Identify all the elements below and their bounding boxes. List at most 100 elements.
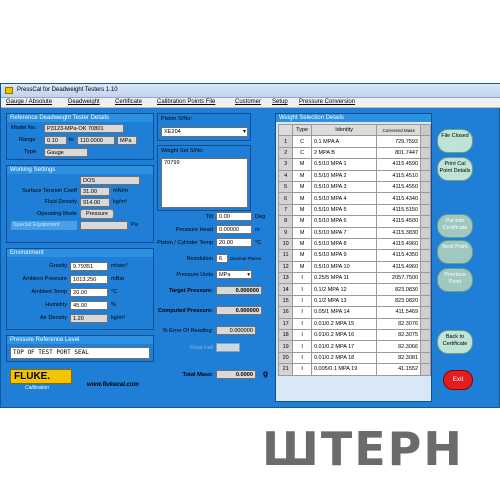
row-corrected-mass[interactable]: 4115.4960 [376,260,422,274]
row-number[interactable]: 4 [277,169,294,182]
row-corrected-mass[interactable]: 82.3076 [376,317,422,331]
menu-setup[interactable]: Setup [272,99,288,105]
row-type[interactable]: I [292,306,312,319]
chevron-down-icon[interactable]: ▾ [247,271,250,278]
table-row[interactable]: 19 I 0.01/0.2 MPA 17 82.3066 [277,340,431,353]
table-row[interactable]: 7 M 0.5/10 MPA 5 4115.5150 [277,203,431,217]
row-type[interactable]: I [292,317,312,331]
row-type[interactable]: I [292,340,312,353]
row-identity[interactable]: 0.5/10 MPA 8 [310,237,378,251]
row-number[interactable]: 16 [277,306,294,319]
table-row[interactable]: 8 M 0.5/10 MPA 6 4115.4500 [277,215,431,228]
table-row[interactable]: 20 I 0.01/0.2 MPA 18 82.3081 [277,351,431,365]
row-identity[interactable]: 0.05/1 MPA 14 [310,306,378,319]
row-number[interactable]: 6 [277,192,294,205]
piston-sn-select[interactable]: XE204 ▾ [161,127,248,137]
row-corrected-mass[interactable]: 4115.4340 [376,192,422,205]
pressure-head-field[interactable]: 0.00000 [216,225,252,234]
row-number[interactable]: 19 [277,340,294,353]
row-corrected-mass[interactable]: 4115.4590 [376,158,422,171]
row-number[interactable]: 5 [277,180,294,194]
row-corrected-mass[interactable]: 411.5469 [376,306,422,319]
row-corrected-mass[interactable]: 823.0820 [376,294,422,308]
row-corrected-mass[interactable]: 4115.3830 [376,226,422,239]
table-row[interactable]: 5 M 0.5/10 MPA 3 4115.4550 [277,180,431,194]
row-corrected-mass[interactable]: 82.3066 [376,340,422,353]
row-type[interactable]: M [292,180,312,194]
operating-mode-button[interactable]: Pressure [80,209,114,219]
row-number[interactable]: 9 [277,226,294,239]
table-row[interactable]: 4 M 0.5/10 MPA 2 4115.4510 [277,169,431,182]
ambient-temp-field[interactable]: 20.00 [70,288,108,297]
row-identity[interactable]: 0.5/10 MPA 10 [310,260,378,274]
menu-certificate[interactable]: Certificate [115,99,142,105]
file-closed-button[interactable]: File Closed [437,129,473,153]
row-type[interactable]: C [292,146,312,160]
row-identity[interactable]: 0.5/10 MPA 6 [310,215,378,228]
row-type[interactable]: M [292,226,312,239]
menu-customer[interactable]: Customer [235,99,261,105]
next-point-button[interactable]: Next Point [437,240,473,264]
row-number[interactable]: 20 [277,351,294,365]
row-identity[interactable]: 0.5/10 MPA 9 [310,249,378,262]
row-type[interactable]: I [292,329,312,342]
table-row[interactable]: 15 I 0.1/2 MPA 13 823.0820 [277,294,431,308]
weight-set-value[interactable]: 70799 [164,160,180,166]
ambient-pressure-field[interactable]: 1013.250 [70,275,108,284]
row-type[interactable]: I [292,363,312,376]
table-row[interactable]: 1 C 0.1 MPA A 729.7592 [277,135,431,148]
table-row[interactable]: 6 M 0.5/10 MPA 4 4115.4340 [277,192,431,205]
table-row[interactable]: 14 I 0.1/2 MPA 12 823.0830 [277,283,431,296]
row-identity[interactable]: 0.01/0.2 MPA 15 [310,317,378,331]
row-number[interactable]: 14 [277,283,294,296]
table-row[interactable]: 12 M 0.5/10 MPA 10 4115.4960 [277,260,431,274]
table-row[interactable]: 2C2 MPA B 801.7447 [277,146,431,160]
row-identity[interactable]: 0.5/10 MPA 3 [310,180,378,194]
row-identity[interactable]: 0.1 MPA A [310,135,378,148]
row-type[interactable]: I [292,272,312,285]
row-number[interactable]: 2 [277,146,294,160]
table-row[interactable]: 9 M 0.5/10 MPA 7 4115.3830 [277,226,431,239]
row-identity[interactable]: 0.5/10 MPA 1 [310,158,378,171]
table-row[interactable]: 3 M 0.5/10 MPA 1 4115.4590 [277,158,431,171]
table-row[interactable]: 21 I 0.005/0.1 MPA 19 41.1552 [277,363,431,376]
table-row[interactable]: 17 I 0.01/0.2 MPA 15 82.3076 [277,317,431,331]
put-into-certificate-button[interactable]: Put Into Certificate [437,214,473,238]
tilt-field[interactable]: 0.00 [216,212,252,221]
row-identity[interactable]: 0.5/10 MPA 7 [310,226,378,239]
exit-button[interactable]: Exit [443,370,473,390]
row-identity[interactable]: 2 MPA B [310,146,378,160]
row-corrected-mass[interactable]: 4115.4510 [376,169,422,182]
row-identity[interactable]: 0.5/10 MPA 4 [310,192,378,205]
table-row[interactable]: 10 M 0.5/10 MPA 8 4115.4960 [277,237,431,251]
row-type[interactable]: M [292,169,312,182]
row-number[interactable]: 10 [277,237,294,251]
row-number[interactable]: 15 [277,294,294,308]
row-identity[interactable]: 0.01/0.2 MPA 17 [310,340,378,353]
row-type[interactable]: M [292,203,312,217]
row-number[interactable]: 11 [277,249,294,262]
row-number[interactable]: 3 [277,158,294,171]
row-corrected-mass[interactable]: 729.7592 [376,135,422,148]
row-identity[interactable]: 0.1/2 MPA 13 [310,294,378,308]
website-link[interactable]: www.flukecal.com [87,382,139,388]
row-type[interactable]: M [292,249,312,262]
row-corrected-mass[interactable]: 823.0830 [376,283,422,296]
row-corrected-mass[interactable]: 4115.4960 [376,237,422,251]
row-type[interactable]: M [292,237,312,251]
menu-deadweight[interactable]: Deadweight [68,99,100,105]
piston-temp-field[interactable]: 20.00 [216,238,252,247]
pressure-units-select[interactable]: MPa ▾ [216,270,252,279]
row-corrected-mass[interactable]: 82.3075 [376,329,422,342]
row-type[interactable]: M [292,260,312,274]
row-corrected-mass[interactable]: 4115.4500 [376,215,422,228]
table-row[interactable]: 13 I 0.25/5 MPA 11 2057.7500 [277,272,431,285]
row-type[interactable]: M [292,158,312,171]
row-identity[interactable]: 0.005/0.1 MPA 19 [310,363,378,376]
row-identity[interactable]: 0.1/2 MPA 12 [310,283,378,296]
table-row[interactable]: 18 I 0.01/0.2 MPA 16 82.3075 [277,329,431,342]
row-identity[interactable]: 0.5/10 MPA 2 [310,169,378,182]
row-type[interactable]: I [292,351,312,365]
row-number[interactable]: 17 [277,317,294,331]
row-corrected-mass[interactable]: 2057.7500 [376,272,422,285]
